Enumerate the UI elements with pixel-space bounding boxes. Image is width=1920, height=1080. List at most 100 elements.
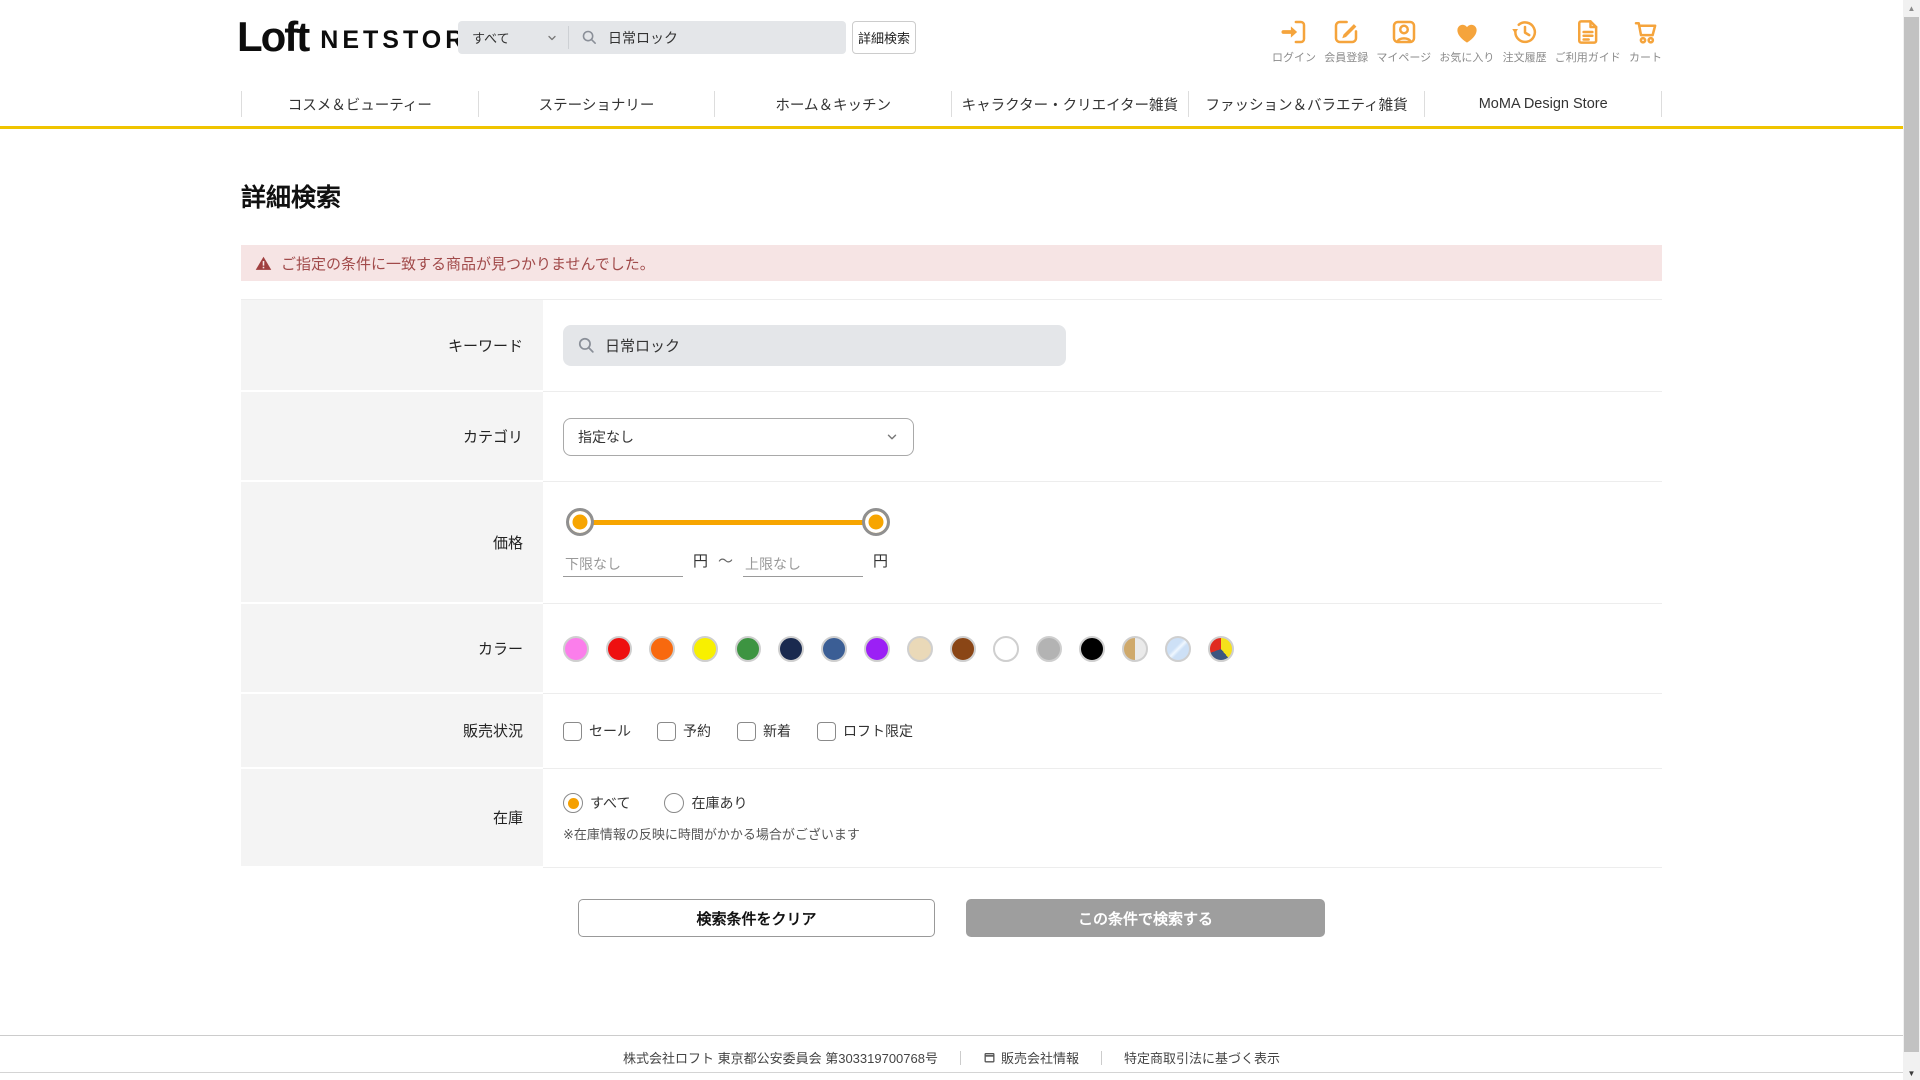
color-swatch-black[interactable] bbox=[1079, 635, 1105, 662]
color-swatch-purple[interactable] bbox=[864, 635, 890, 662]
category-selected-value: 指定なし bbox=[578, 428, 634, 445]
new-arrival-checkbox[interactable] bbox=[737, 721, 756, 741]
color-swatch-beige[interactable] bbox=[907, 635, 933, 662]
brand-yellow-border bbox=[0, 126, 1903, 129]
guide-link[interactable]: ご利用ガイド bbox=[1555, 17, 1621, 65]
search-category-select[interactable]: すべて bbox=[458, 21, 568, 54]
favorites-link[interactable]: お気に入り bbox=[1439, 17, 1494, 65]
price-max-input[interactable] bbox=[743, 552, 864, 577]
main-content: 詳細検索 ご指定の条件に一致する商品が見つかりませんでした。 キーワード カテゴ… bbox=[0, 178, 1920, 937]
register-link[interactable]: 会員登録 bbox=[1324, 17, 1368, 65]
color-swatch-clear[interactable] bbox=[1165, 635, 1191, 662]
color-row-label: カラー bbox=[241, 604, 543, 694]
color-swatch-green[interactable] bbox=[735, 635, 761, 662]
nav-item-stationery[interactable]: ステーショナリー bbox=[479, 94, 715, 115]
color-row-content bbox=[543, 604, 1662, 694]
price-range-slider bbox=[566, 508, 890, 536]
nav-item-fashion-variety[interactable]: ファッション＆バラエティ雑貨 bbox=[1189, 94, 1425, 115]
stock-all-radio-label: すべて bbox=[590, 795, 631, 811]
nav-item-character-goods[interactable]: キャラクター・クリエイター雑貨 bbox=[952, 94, 1188, 115]
nav-item-cosmetics[interactable]: コスメ＆ビューティー bbox=[242, 94, 478, 115]
mypage-label: マイページ bbox=[1376, 52, 1432, 64]
cart-link[interactable]: カート bbox=[1629, 17, 1662, 65]
loft-logo[interactable]: Loft NETSTORE bbox=[237, 16, 488, 58]
sales-status-row-label: 販売状況 bbox=[241, 694, 543, 769]
color-swatch-multicolor[interactable] bbox=[1208, 635, 1234, 662]
footer-link-commercial-law[interactable]: 特定商取引法に基づく表示 bbox=[1124, 1048, 1280, 1067]
register-label: 会員登録 bbox=[1324, 52, 1369, 64]
login-icon bbox=[1281, 20, 1306, 44]
favorites-label: お気に入り bbox=[1439, 52, 1495, 64]
nav-item-moma[interactable]: MoMA Design Store bbox=[1425, 96, 1661, 112]
page: Loft NETSTORE すべて 詳細検索 ログイン bbox=[0, 0, 1920, 1080]
external-link-icon bbox=[984, 1053, 995, 1063]
category-row-label: カテゴリ bbox=[241, 392, 543, 482]
category-select[interactable]: 指定なし bbox=[563, 417, 914, 456]
cart-label: カート bbox=[1629, 52, 1662, 64]
color-swatch-white[interactable] bbox=[993, 635, 1019, 662]
stock-row-content: すべて 在庫あり ※在庫情報の反映に時間がかかる場合がございます bbox=[543, 769, 1662, 868]
stock-all-radio[interactable] bbox=[563, 793, 583, 813]
radio-stock-all[interactable]: すべて bbox=[563, 793, 630, 813]
nav-item-home-kitchen[interactable]: ホーム＆キッチン bbox=[715, 94, 951, 115]
loft-exclusive-checkbox[interactable] bbox=[817, 721, 836, 741]
loft-exclusive-checkbox-label: ロフト限定 bbox=[843, 723, 913, 739]
login-link[interactable]: ログイン bbox=[1272, 17, 1316, 65]
color-swatch-gold-silver[interactable] bbox=[1122, 635, 1148, 662]
search-divider bbox=[568, 26, 569, 49]
color-swatch-brown[interactable] bbox=[950, 635, 976, 662]
color-swatches bbox=[563, 635, 1234, 662]
no-results-alert: ご指定の条件に一致する商品が見つかりませんでした。 bbox=[241, 245, 1662, 281]
color-swatch-orange[interactable] bbox=[649, 635, 675, 662]
sale-checkbox[interactable] bbox=[563, 721, 582, 741]
price-slider-min-handle[interactable] bbox=[566, 508, 594, 536]
scrollbar-down-arrow-icon[interactable]: ▼ bbox=[1903, 1069, 1920, 1078]
advanced-search-button[interactable]: 詳細検索 bbox=[852, 21, 916, 54]
search-category-value: すべて bbox=[472, 31, 510, 46]
price-slider-track[interactable] bbox=[579, 520, 877, 525]
chevron-down-icon bbox=[548, 35, 556, 40]
color-swatch-pink[interactable] bbox=[563, 635, 589, 662]
reservation-checkbox-label: 予約 bbox=[683, 723, 711, 739]
reservation-checkbox[interactable] bbox=[657, 721, 676, 741]
nav-divider bbox=[1661, 91, 1663, 117]
header-search-bar: すべて bbox=[458, 21, 846, 54]
header-search-input[interactable] bbox=[598, 21, 846, 54]
form-row-sales-status: 販売状況 セール 予約 新着 ロフト限定 bbox=[241, 694, 1662, 769]
scrollbar-up-arrow-icon[interactable]: ▲ bbox=[1903, 4, 1920, 13]
footer-link-seller-info[interactable]: 販売会社情報 bbox=[983, 1048, 1079, 1067]
order-history-label: 注文履歴 bbox=[1502, 52, 1547, 64]
site-header: Loft NETSTORE すべて 詳細検索 ログイン bbox=[0, 0, 1920, 129]
price-min-input[interactable] bbox=[563, 552, 683, 577]
advanced-search-form: キーワード カテゴリ 指定なし bbox=[241, 299, 1662, 868]
checkbox-reservation[interactable]: 予約 bbox=[657, 721, 711, 741]
footer-divider bbox=[1100, 1050, 1102, 1065]
color-swatch-navy[interactable] bbox=[778, 635, 804, 662]
stock-row-label: 在庫 bbox=[241, 769, 543, 868]
form-row-keyword: キーワード bbox=[241, 300, 1662, 392]
search-with-conditions-button[interactable]: この条件で検索する bbox=[966, 899, 1325, 937]
checkbox-sale[interactable]: セール bbox=[563, 721, 631, 741]
price-slider-max-handle[interactable] bbox=[862, 508, 890, 536]
footer-company-text: 株式会社ロフト 東京都公安委員会 第303319700768号 bbox=[622, 1051, 938, 1066]
vertical-scrollbar[interactable]: ▲ ▼ bbox=[1903, 0, 1920, 1080]
color-swatch-gray[interactable] bbox=[1036, 635, 1062, 662]
main-nav: コスメ＆ビューティー ステーショナリー ホーム＆キッチン キャラクター・クリエイ… bbox=[0, 82, 1920, 126]
scrollbar-thumb[interactable] bbox=[1904, 17, 1919, 1052]
mypage-link[interactable]: マイページ bbox=[1376, 17, 1431, 65]
color-swatch-blue[interactable] bbox=[821, 635, 847, 662]
price-row-label: 価格 bbox=[241, 482, 543, 604]
form-row-color: カラー bbox=[241, 604, 1662, 694]
search-icon bbox=[582, 30, 596, 44]
stock-available-radio[interactable] bbox=[664, 793, 685, 813]
checkbox-new-arrival[interactable]: 新着 bbox=[737, 721, 791, 741]
page-title: 詳細検索 bbox=[241, 184, 342, 212]
checkbox-loft-exclusive[interactable]: ロフト限定 bbox=[817, 721, 913, 741]
color-swatch-yellow[interactable] bbox=[692, 635, 718, 662]
form-actions: 検索条件をクリア この条件で検索する bbox=[241, 899, 1662, 937]
clear-search-conditions-button[interactable]: 検索条件をクリア bbox=[578, 899, 935, 937]
keyword-input[interactable] bbox=[563, 325, 1066, 366]
order-history-link[interactable]: 注文履歴 bbox=[1503, 17, 1547, 65]
radio-stock-available[interactable]: 在庫あり bbox=[664, 793, 747, 813]
color-swatch-red[interactable] bbox=[606, 635, 632, 662]
